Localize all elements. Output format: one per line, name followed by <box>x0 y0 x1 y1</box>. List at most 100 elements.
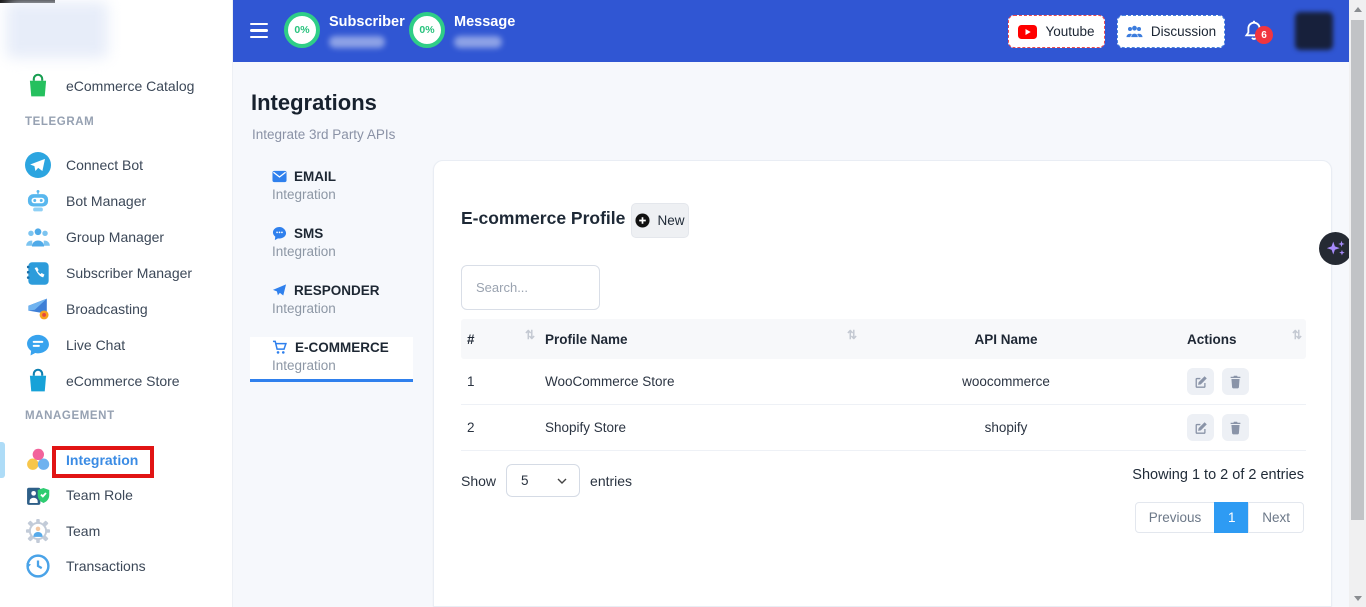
telegram-plane-icon <box>25 152 51 178</box>
sort-icon[interactable]: ⇅ <box>1292 328 1302 342</box>
app-logo <box>6 2 108 58</box>
page-size-value: 5 <box>521 473 529 488</box>
row-number: 2 <box>461 420 539 435</box>
profile-name-cell: Shopify Store <box>539 420 861 435</box>
history-clock-icon <box>25 553 51 579</box>
subscriber-progress-ring: 0% <box>284 12 320 48</box>
redacted-message-count <box>454 36 502 48</box>
cart-icon <box>272 340 288 355</box>
page-size-control: Show 5 entries <box>461 464 632 497</box>
shopping-bag-icon <box>25 73 51 99</box>
youtube-icon <box>1018 25 1037 39</box>
sidebar-item-broadcasting[interactable]: Broadcasting <box>0 291 233 327</box>
megaphone-icon <box>25 296 51 322</box>
sidebar-item-team[interactable]: Team <box>0 513 233 549</box>
panel-title: E-commerce Profile <box>461 208 625 229</box>
sms-bubble-icon <box>272 226 287 241</box>
sort-icon[interactable]: ⇅ <box>525 328 535 342</box>
users-icon <box>1126 25 1143 38</box>
profiles-table: # ⇅ Profile Name ⇅ API Name Actions ⇅ 1 … <box>461 319 1306 451</box>
top-header: 0% Subscriber 0% Message Youtube Discuss… <box>233 0 1349 62</box>
show-label: Show <box>461 473 496 489</box>
new-button-label: New <box>657 213 684 228</box>
subscriber-gauge: 0% Subscriber <box>284 12 405 48</box>
sidebar-item-ecommerce-store[interactable]: eCommerce Store <box>0 363 233 399</box>
ecommerce-profile-panel: E-commerce Profile New # ⇅ Profile Name … <box>433 160 1332 607</box>
plus-circle-icon <box>635 213 650 228</box>
avatar[interactable] <box>1295 12 1333 50</box>
showing-entries-text: Showing 1 to 2 of 2 entries <box>1132 467 1304 483</box>
sidebar-item-label: Bot Manager <box>66 193 146 209</box>
sidebar-item-label: Team Role <box>66 487 133 503</box>
sidebar-item-label: Live Chat <box>66 337 125 353</box>
sort-icon[interactable]: ⇅ <box>847 328 857 342</box>
sidebar-item-label: Subscriber Manager <box>66 265 192 281</box>
message-gauge-label: Message <box>454 14 515 30</box>
tab-sms-integration[interactable]: SMS Integration <box>250 223 413 268</box>
scroll-down-arrow[interactable] <box>1349 591 1366 605</box>
color-circles-icon <box>25 447 51 473</box>
youtube-button-label: Youtube <box>1045 24 1094 39</box>
sidebar-item-connect-bot[interactable]: Connect Bot <box>0 147 233 183</box>
tab-subtitle: Integration <box>272 301 413 316</box>
tab-title: EMAIL <box>294 169 336 184</box>
tab-title: RESPONDER <box>294 283 380 298</box>
sidebar-item-transactions[interactable]: Transactions <box>0 548 233 584</box>
profile-name-cell: WooCommerce Store <box>539 374 861 389</box>
page-size-select[interactable]: 5 <box>506 464 580 497</box>
discussion-button-label: Discussion <box>1151 24 1216 39</box>
chat-bubble-icon <box>25 332 51 358</box>
sidebar-item-group-manager[interactable]: Group Manager <box>0 219 233 255</box>
sidebar-item-team-role[interactable]: Team Role <box>0 477 233 513</box>
message-progress-ring: 0% <box>409 12 445 48</box>
table-row: 2 Shopify Store shopify <box>461 405 1306 451</box>
edit-button[interactable] <box>1187 368 1214 395</box>
delete-button[interactable] <box>1222 368 1249 395</box>
edit-pencil-icon <box>1194 375 1208 389</box>
tab-email-integration[interactable]: EMAIL Integration <box>250 166 413 211</box>
sidebar-item-label: Broadcasting <box>66 301 148 317</box>
sidebar-item-subscriber-manager[interactable]: Subscriber Manager <box>0 255 233 291</box>
store-bag-icon <box>25 368 51 394</box>
search-input[interactable] <box>461 265 600 310</box>
youtube-button[interactable]: Youtube <box>1008 15 1105 48</box>
chevron-down-icon <box>557 478 567 484</box>
discussion-button[interactable]: Discussion <box>1117 15 1225 48</box>
delete-button[interactable] <box>1222 414 1249 441</box>
redacted-subscriber-count <box>329 36 385 48</box>
tab-responder-integration[interactable]: RESPONDER Integration <box>250 280 413 325</box>
pagination-previous-button[interactable]: Previous <box>1135 502 1216 533</box>
notifications-bell[interactable]: 6 <box>1244 20 1274 48</box>
edit-button[interactable] <box>1187 414 1214 441</box>
pagination-next-button[interactable]: Next <box>1248 502 1304 533</box>
message-gauge: 0% Message <box>409 12 515 48</box>
annotation-highlight-box <box>52 446 154 478</box>
scroll-up-arrow[interactable] <box>1349 2 1366 16</box>
notification-count-badge: 6 <box>1255 26 1273 44</box>
scrollbar-thumb[interactable] <box>1351 20 1364 520</box>
page-subtitle: Integrate 3rd Party APIs <box>252 127 395 142</box>
column-header-num: # ⇅ <box>461 319 539 359</box>
contact-book-icon <box>25 260 51 286</box>
sidebar-section-telegram: TELEGRAM <box>0 116 233 128</box>
sidebar-item-label: eCommerce Store <box>66 373 180 389</box>
sidebar: eCommerce Catalog TELEGRAM Connect Bot B… <box>0 0 233 607</box>
column-header-api-name: API Name <box>861 319 1151 359</box>
hamburger-menu-icon[interactable] <box>250 23 268 38</box>
user-group-icon <box>25 224 51 250</box>
tab-ecommerce-integration[interactable]: E-COMMERCE Integration <box>250 337 413 382</box>
page-scrollbar[interactable] <box>1349 0 1366 607</box>
subscriber-gauge-label: Subscriber <box>329 14 405 30</box>
sidebar-item-ecommerce-catalog[interactable]: eCommerce Catalog <box>0 68 233 104</box>
sidebar-item-label: Team <box>66 523 100 539</box>
page-title: Integrations <box>251 90 377 116</box>
sidebar-item-label: Transactions <box>66 558 146 574</box>
ai-assistant-button[interactable] <box>1319 232 1352 265</box>
new-profile-button[interactable]: New <box>631 203 689 238</box>
sidebar-item-bot-manager[interactable]: Bot Manager <box>0 183 233 219</box>
api-name-cell: shopify <box>861 420 1151 435</box>
sidebar-item-label: Group Manager <box>66 229 164 245</box>
sidebar-item-live-chat[interactable]: Live Chat <box>0 327 233 363</box>
pagination-page-1-button[interactable]: 1 <box>1214 502 1249 533</box>
entries-label: entries <box>590 473 632 489</box>
